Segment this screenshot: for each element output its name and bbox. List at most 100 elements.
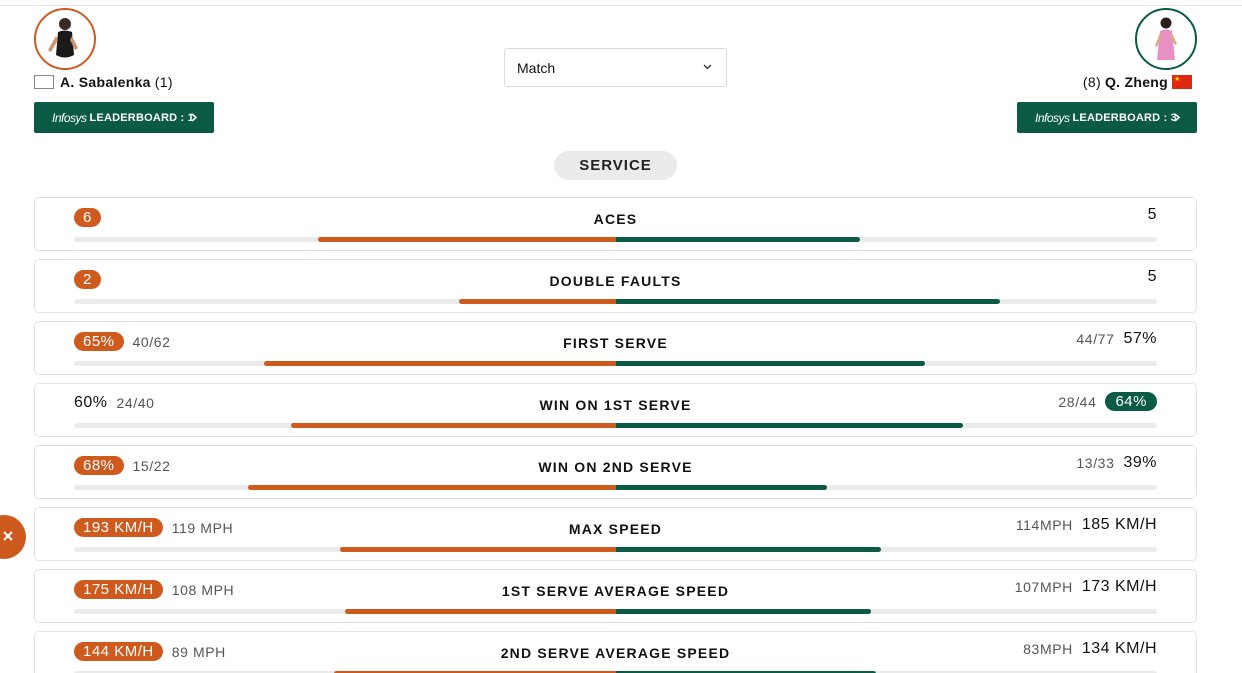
- player2-bar: [615, 423, 963, 428]
- player1-stat-value: 2: [74, 270, 101, 289]
- player1-flag-icon: [34, 75, 54, 89]
- stat-row: MAX SPEED 193 KM/H 119 MPH 114MPH 185 KM/H: [34, 507, 1197, 561]
- comparison-bar-track: [74, 547, 1157, 552]
- player2-bar: [615, 237, 860, 242]
- player2-bar: [615, 547, 881, 552]
- player2-stat-value: 134 KM/H: [1081, 640, 1157, 657]
- player2-name[interactable]: Q. Zheng: [1105, 74, 1168, 90]
- comparison-bar-track: [74, 361, 1157, 366]
- player2-stat-detail: 28/44: [1058, 393, 1097, 410]
- player2-stat-detail: 44/77: [1076, 331, 1115, 347]
- china-flag-icon: ★: [1172, 75, 1192, 89]
- player1-stat-values: 2: [74, 270, 101, 289]
- player2-stat-values: 5: [1148, 268, 1157, 286]
- player2-stat-detail: 13/33: [1076, 455, 1115, 471]
- player1-bar: [317, 237, 616, 242]
- comparison-bar-track: [74, 609, 1157, 614]
- player2-photo-icon: [1155, 17, 1177, 60]
- player2-stat-value: 5: [1147, 268, 1157, 285]
- player2-name-row: (8) Q. Zheng: [1083, 74, 1168, 90]
- stat-title: WIN ON 1ST SERVE: [539, 397, 692, 413]
- player2-leaderboard-button[interactable]: Infosys LEADERBOARD : 3: [1017, 102, 1197, 133]
- player1-stat-value: 193 KM/H: [74, 518, 163, 537]
- stat-row: 2ND SERVE AVERAGE SPEED 144 KM/H 89 MPH 83M…: [34, 631, 1197, 673]
- player2-stat-values: 13/33 39%: [1076, 454, 1157, 472]
- player1-name-row: A. Sabalenka (1): [34, 74, 173, 90]
- player2-stat-value: 57%: [1123, 330, 1157, 347]
- player1-stat-value: 60%: [74, 394, 108, 411]
- player1-stat-values: 175 KM/H 108 MPH: [74, 580, 234, 599]
- player2-stat-value: 39%: [1123, 454, 1157, 471]
- player2-stat-value: 173 KM/H: [1081, 578, 1157, 595]
- player2-stat-values: 28/44 64%: [1058, 392, 1157, 411]
- player1-stat-detail: 24/40: [116, 395, 155, 411]
- stat-row: DOUBLE FAULTS 2 5: [34, 259, 1197, 313]
- player2-bar: [615, 299, 1000, 304]
- player1-stat-value: 144 KM/H: [74, 642, 163, 661]
- player2-stat-value: 185 KM/H: [1081, 516, 1157, 533]
- player2-stat-detail: 107MPH: [1014, 579, 1073, 595]
- match-set-select[interactable]: Match: [504, 48, 727, 87]
- player2-stat-value: 64%: [1105, 392, 1157, 411]
- player1-bar: [339, 547, 616, 552]
- player1-stat-detail: 89 MPH: [171, 643, 226, 660]
- player1-stat-detail: 40/62: [132, 333, 171, 350]
- player2-stat-values: 44/77 57%: [1076, 330, 1157, 348]
- player2-avatar[interactable]: [1135, 8, 1197, 70]
- player1-stat-values: 65% 40/62: [74, 332, 171, 351]
- player1-stat-value: 6: [74, 208, 101, 227]
- player2-leaderboard-label: LEADERBOARD : 3: [1072, 111, 1177, 124]
- top-divider: [0, 5, 1242, 6]
- player1-stat-values: 193 KM/H 119 MPH: [74, 518, 233, 537]
- player1-name[interactable]: A. Sabalenka: [60, 74, 151, 90]
- player1-stat-values: 6: [74, 208, 101, 227]
- stat-row: WIN ON 2ND SERVE 68% 15/22 13/33 39%: [34, 445, 1197, 499]
- player1-avatar[interactable]: [34, 8, 96, 70]
- comparison-bar-track: [74, 299, 1157, 304]
- chevron-right-icon: [191, 113, 198, 122]
- player2-stat-values: 114MPH 185 KM/H: [1016, 516, 1157, 534]
- player2-stat-values: 83MPH 134 KM/H: [1023, 640, 1157, 658]
- player1-stat-detail: 119 MPH: [171, 519, 234, 536]
- stat-title: WIN ON 2ND SERVE: [538, 459, 693, 475]
- player1-stat-values: 68% 15/22: [74, 456, 171, 475]
- player2-stat-value: 5: [1147, 206, 1157, 223]
- stat-title: ACES: [593, 211, 638, 227]
- stat-title: FIRST SERVE: [563, 335, 668, 351]
- player1-stat-values: 144 KM/H 89 MPH: [74, 642, 226, 661]
- player2-bar: [615, 361, 925, 366]
- player1-bar: [247, 485, 616, 490]
- close-button[interactable]: [0, 515, 26, 559]
- stat-row: 1ST SERVE AVERAGE SPEED 175 KM/H 108 MPH 10…: [34, 569, 1197, 623]
- player1-bar: [290, 423, 616, 428]
- player2-bar: [615, 485, 827, 490]
- player2-seed: (8): [1082, 74, 1101, 90]
- player2-bar: [615, 609, 871, 614]
- player2-stat-detail: 83MPH: [1023, 641, 1073, 657]
- player1-stat-value: 68%: [74, 456, 124, 475]
- chevron-right-icon: [1174, 113, 1181, 122]
- chevron-down-icon: [703, 64, 712, 70]
- close-icon: [3, 531, 13, 541]
- player1-leaderboard-brand: Infosys: [52, 110, 87, 125]
- stat-row: ACES 6 5: [34, 197, 1197, 251]
- player2-leaderboard-brand: Infosys: [1035, 110, 1070, 125]
- match-select-value: Match: [517, 59, 556, 76]
- player1-bar: [344, 609, 616, 614]
- player2-stat-values: 5: [1148, 206, 1157, 224]
- player1-bar: [263, 361, 616, 366]
- player1-stat-values: 60% 24/40: [74, 394, 155, 412]
- player1-stat-detail: 108 MPH: [171, 581, 235, 598]
- player1-photo-icon: [48, 18, 78, 58]
- player1-seed: (1): [154, 74, 173, 90]
- stat-title: DOUBLE FAULTS: [549, 273, 682, 289]
- player1-stat-value: 175 KM/H: [74, 580, 163, 599]
- comparison-bar-track: [74, 423, 1157, 428]
- comparison-bar-track: [74, 485, 1157, 490]
- stat-row: FIRST SERVE 65% 40/62 44/77 57%: [34, 321, 1197, 375]
- stat-row: WIN ON 1ST SERVE 60% 24/40 28/44 64%: [34, 383, 1197, 437]
- section-title-pill: SERVICE: [554, 151, 677, 180]
- player1-leaderboard-label: LEADERBOARD : 1: [89, 111, 194, 124]
- player1-leaderboard-button[interactable]: Infosys LEADERBOARD : 1: [34, 102, 214, 133]
- player1-stat-value: 65%: [74, 332, 124, 351]
